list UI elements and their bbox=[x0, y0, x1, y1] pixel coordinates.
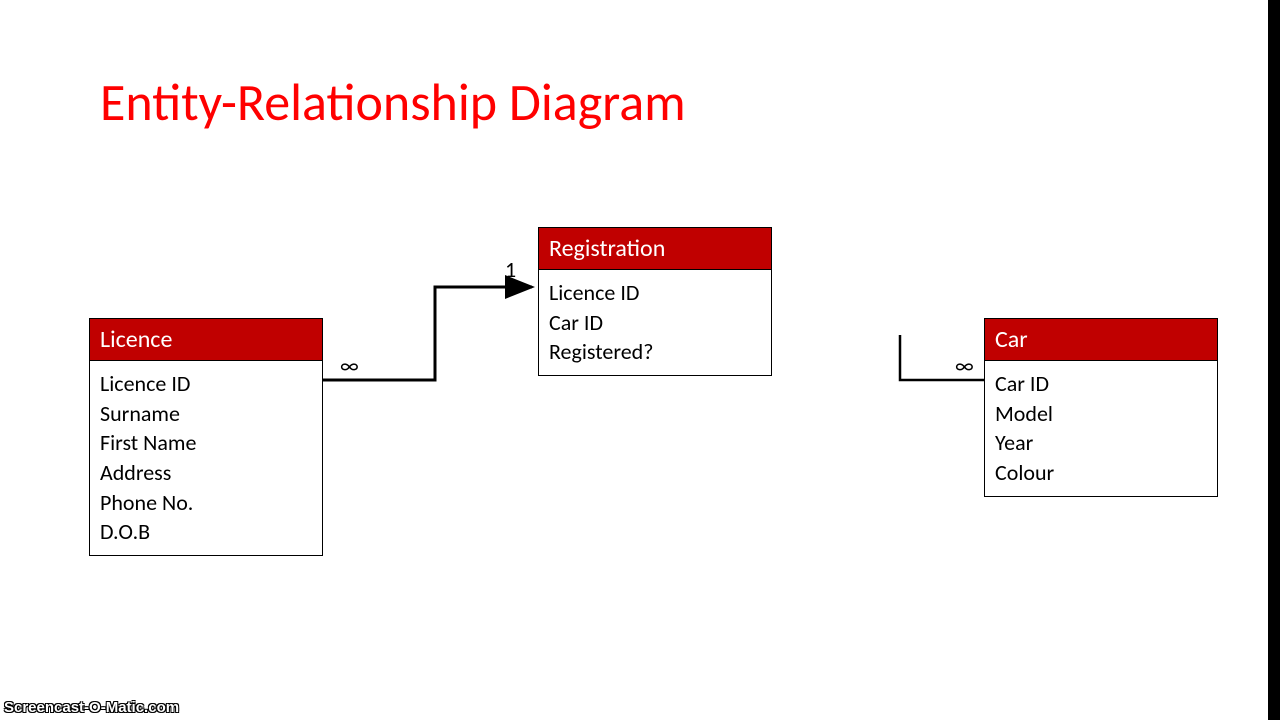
entity-car-body: Car ID Model Year Colour bbox=[985, 361, 1217, 496]
cardinality-registration: 1 bbox=[505, 256, 516, 283]
entity-attr: D.O.B bbox=[100, 517, 312, 547]
entity-attr: Licence ID bbox=[549, 278, 761, 308]
right-black-border bbox=[1268, 0, 1280, 720]
entity-attr: Car ID bbox=[549, 308, 761, 338]
entity-attr: Registered? bbox=[549, 337, 761, 367]
entity-registration: Registration Licence ID Car ID Registere… bbox=[538, 227, 772, 376]
entity-attr: Colour bbox=[995, 458, 1207, 488]
entity-attr: Licence ID bbox=[100, 369, 312, 399]
entity-attr: Surname bbox=[100, 399, 312, 429]
entity-attr: Car ID bbox=[995, 369, 1207, 399]
entity-car-header: Car bbox=[985, 319, 1217, 361]
cardinality-car: ∞ bbox=[955, 352, 974, 379]
entity-car: Car Car ID Model Year Colour bbox=[984, 318, 1218, 497]
page-title: Entity-Relationship Diagram bbox=[100, 70, 686, 134]
entity-attr: Year bbox=[995, 428, 1207, 458]
entity-attr: Model bbox=[995, 399, 1207, 429]
entity-licence: Licence Licence ID Surname First Name Ad… bbox=[89, 318, 323, 556]
entity-licence-header: Licence bbox=[90, 319, 322, 361]
entity-attr: Address bbox=[100, 458, 312, 488]
entity-registration-header: Registration bbox=[539, 228, 771, 270]
entity-registration-body: Licence ID Car ID Registered? bbox=[539, 270, 771, 375]
cardinality-licence: ∞ bbox=[340, 352, 359, 379]
entity-attr: First Name bbox=[100, 428, 312, 458]
watermark: Screencast-O-Matic.com bbox=[4, 699, 179, 716]
entity-attr: Phone No. bbox=[100, 488, 312, 518]
entity-licence-body: Licence ID Surname First Name Address Ph… bbox=[90, 361, 322, 555]
